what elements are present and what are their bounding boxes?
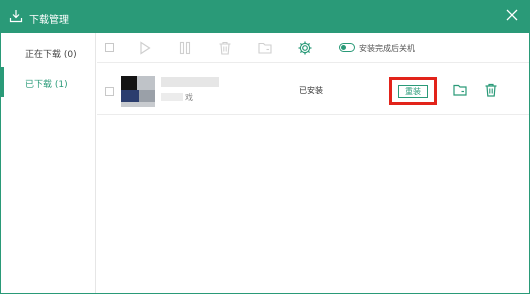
window-title: 下载管理	[29, 15, 69, 26]
app-name-suffix: 戏	[185, 93, 193, 102]
sidebar-item-label: 正在下载 (0)	[25, 50, 77, 60]
open-folder-icon[interactable]	[452, 82, 468, 98]
title-bar: 下载管理	[1, 1, 529, 33]
app-name-blurred	[161, 77, 219, 87]
close-icon[interactable]	[505, 8, 519, 22]
table-row[interactable]: 戏 已安装 重装	[97, 65, 529, 115]
sidebar: 正在下载 (0) 已下载 (1)	[1, 33, 96, 293]
reinstall-button[interactable]: 重装	[398, 85, 428, 98]
sidebar-item-downloading[interactable]: 正在下载 (0)	[1, 37, 96, 67]
sidebar-item-label: 已下载 (1)	[25, 80, 68, 90]
row-checkbox[interactable]	[105, 87, 114, 96]
folder-icon[interactable]	[257, 40, 273, 56]
select-all-checkbox[interactable]	[105, 43, 114, 52]
active-indicator	[1, 67, 4, 97]
gear-icon[interactable]	[297, 40, 313, 56]
delete-icon[interactable]	[217, 40, 233, 56]
auto-shutdown-label: 安装完成后关机	[359, 44, 415, 53]
play-icon[interactable]	[137, 40, 153, 56]
toolbar: 安装完成后关机	[97, 33, 529, 63]
sidebar-item-downloaded[interactable]: 已下载 (1)	[1, 67, 96, 97]
delete-icon[interactable]	[483, 82, 499, 98]
toggle-knob	[341, 45, 346, 50]
download-icon	[9, 10, 23, 23]
toggle-switch[interactable]	[339, 43, 355, 52]
download-manager-window: 下载管理 正在下载 (0) 已下载 (1) 安装完成后关机 戏 已安装 重装	[0, 0, 530, 294]
app-thumbnail	[121, 76, 155, 107]
status-label: 已安装	[299, 86, 323, 95]
reinstall-highlight-box: 重装	[389, 77, 437, 105]
auto-shutdown-toggle[interactable]: 安装完成后关机	[339, 42, 439, 56]
pause-icon[interactable]	[177, 40, 193, 56]
app-subtitle-blurred	[161, 93, 183, 101]
